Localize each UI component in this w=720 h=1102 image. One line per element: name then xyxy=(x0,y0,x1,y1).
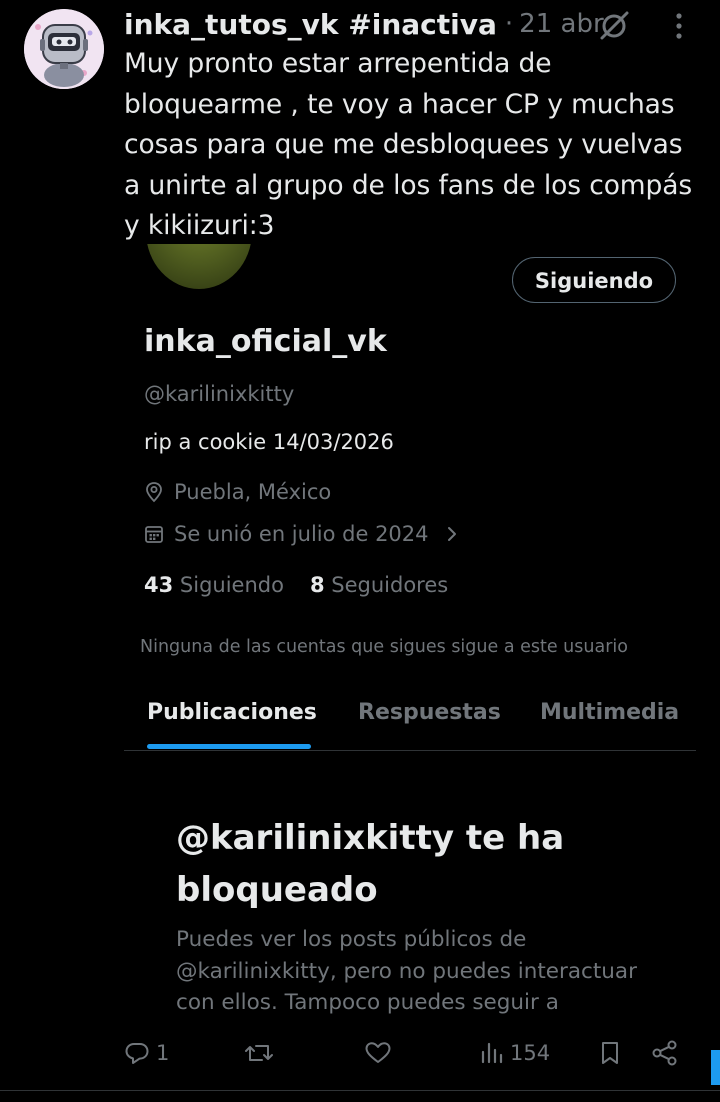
following-link[interactable]: 43 Siguiendo xyxy=(144,573,284,597)
post-text: Muy pronto estar arrepentida de bloquear… xyxy=(124,48,693,241)
followers-count: 8 xyxy=(309,573,325,597)
scroll-indicator xyxy=(711,1050,720,1085)
author-avatar[interactable] xyxy=(24,9,104,89)
profile-handle: @karilinixkitty xyxy=(144,382,295,406)
tab-respuestas[interactable]: Respuestas xyxy=(358,700,501,725)
quoted-profile-card[interactable]: Siguiendo inka_oficial_vk @karilinixkitt… xyxy=(124,244,696,1034)
bookmark-icon xyxy=(602,1042,618,1064)
joined-text: Se unió en julio de 2024 xyxy=(174,522,429,546)
profile-bio: rip a cookie 14/03/2026 xyxy=(144,430,394,454)
chevron-right-icon xyxy=(447,527,456,541)
following-label: Siguiendo xyxy=(179,573,284,597)
reply-button[interactable]: 1 xyxy=(124,1040,169,1066)
active-tab-indicator xyxy=(147,744,311,749)
time-separator: · xyxy=(504,9,514,39)
like-button[interactable] xyxy=(364,1040,392,1066)
author-name[interactable]: inka_tutos_vk #inactiva xyxy=(124,8,497,41)
followers-link[interactable]: 8 Seguidores xyxy=(310,573,448,597)
followers-label: Seguidores xyxy=(331,573,449,597)
location-pin-icon xyxy=(146,482,162,503)
profile-location: Puebla, México xyxy=(144,480,331,504)
location-text: Puebla, México xyxy=(174,480,332,504)
bottom-divider xyxy=(0,1090,720,1091)
views-icon xyxy=(481,1042,503,1064)
profile-display-name: inka_oficial_vk xyxy=(144,324,387,359)
blocked-title: @karilinixkitty te ha bloqueado xyxy=(176,818,565,910)
post-time[interactable]: 21 abr xyxy=(519,9,603,39)
tab-multimedia[interactable]: Multimedia xyxy=(540,700,679,725)
grok-icon[interactable] xyxy=(596,8,632,48)
views-button[interactable]: 154 xyxy=(480,1040,550,1066)
repost-button[interactable] xyxy=(244,1040,274,1066)
repost-icon xyxy=(245,1045,273,1061)
blocked-description: Puedes ver los posts públicos de @karili… xyxy=(176,927,637,1015)
profile-avatar[interactable] xyxy=(146,244,252,289)
profile-counts: 43 Siguiendo 8 Seguidores xyxy=(144,573,448,597)
reply-icon xyxy=(125,1043,149,1064)
more-options-icon[interactable] xyxy=(664,8,694,48)
reply-count: 1 xyxy=(156,1041,170,1065)
bookmark-button[interactable] xyxy=(598,1040,622,1066)
views-count: 154 xyxy=(510,1041,551,1065)
profile-tabs: Publicaciones Respuestas Multimedia xyxy=(124,676,696,751)
following-count: 43 xyxy=(144,573,174,597)
post-actions: 1 154 xyxy=(124,1034,704,1078)
profile-joined[interactable]: Se unió en julio de 2024 xyxy=(144,522,463,546)
tab-publicaciones[interactable]: Publicaciones xyxy=(147,700,317,725)
share-icon xyxy=(652,1040,677,1066)
share-button[interactable] xyxy=(650,1040,680,1066)
calendar-icon xyxy=(145,526,163,543)
following-button[interactable]: Siguiendo xyxy=(512,257,676,303)
heart-icon xyxy=(365,1042,391,1063)
mutual-followers-note: Ninguna de las cuentas que sigues sigue … xyxy=(140,637,628,657)
